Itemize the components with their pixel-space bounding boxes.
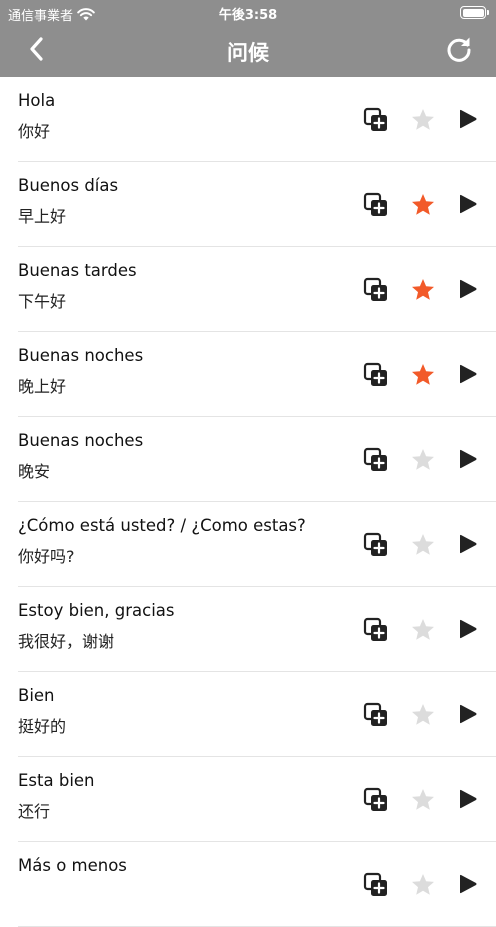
- translation-text: 你好吗?: [18, 547, 75, 566]
- play-icon[interactable]: [456, 702, 480, 726]
- add-to-list-icon[interactable]: [363, 787, 389, 813]
- list-item: Esta bien 还行: [0, 757, 496, 842]
- phrase-text: Estoy bien, gracias: [18, 601, 175, 620]
- header: 通信事業者 午後3:58 问候: [0, 0, 496, 77]
- phrase-text: Buenas noches: [18, 431, 144, 450]
- battery-icon: [460, 6, 489, 19]
- phrase-text: ¿Cómo está usted? / ¿Como estas?: [18, 516, 306, 535]
- status-time: 午後3:58: [218, 8, 278, 23]
- list-item: Hola 你好: [0, 77, 496, 162]
- list-item: Buenos días 早上好: [0, 162, 496, 247]
- favorite-star-icon[interactable]: [410, 107, 436, 133]
- play-icon[interactable]: [456, 192, 480, 216]
- play-icon[interactable]: [456, 617, 480, 641]
- add-to-list-icon[interactable]: [363, 617, 389, 643]
- favorite-star-icon[interactable]: [410, 192, 436, 218]
- favorite-star-icon[interactable]: [410, 787, 436, 813]
- play-icon[interactable]: [456, 787, 480, 811]
- phrase-text: Buenas tardes: [18, 261, 137, 280]
- favorite-star-icon[interactable]: [410, 362, 436, 388]
- translation-text: 我很好，谢谢: [18, 632, 115, 651]
- list-item: Buenas noches 晚上好: [0, 332, 496, 417]
- phrase-text: Bien: [18, 686, 55, 705]
- add-to-list-icon[interactable]: [363, 872, 389, 898]
- add-to-list-icon[interactable]: [363, 447, 389, 473]
- translation-text: 下午好: [18, 292, 67, 311]
- phrase-text: Buenos días: [18, 176, 119, 195]
- add-to-list-icon[interactable]: [363, 277, 389, 303]
- play-icon[interactable]: [456, 277, 480, 301]
- play-icon[interactable]: [456, 362, 480, 386]
- list-item: Buenas noches 晚安: [0, 417, 496, 502]
- list-item: ¿Cómo está usted? / ¿Como estas? 你好吗?: [0, 502, 496, 587]
- add-to-list-icon[interactable]: [363, 532, 389, 558]
- favorite-star-icon[interactable]: [410, 447, 436, 473]
- translation-text: 晚安: [18, 462, 51, 481]
- translation-text: 还行: [18, 802, 51, 821]
- favorite-star-icon[interactable]: [410, 617, 436, 643]
- list-item: Más o menos: [0, 842, 496, 927]
- list-item: Buenas tardes 下午好: [0, 247, 496, 332]
- phrase-text: Buenas noches: [18, 346, 144, 365]
- phrase-text: Hola: [18, 91, 56, 110]
- favorite-star-icon[interactable]: [410, 702, 436, 728]
- status-bar: 通信事業者 午後3:58: [0, 0, 496, 26]
- translation-text: 挺好的: [18, 717, 67, 736]
- add-to-list-icon[interactable]: [363, 107, 389, 133]
- refresh-icon[interactable]: [444, 34, 474, 64]
- favorite-star-icon[interactable]: [410, 277, 436, 303]
- list-item: Estoy bien, gracias 我很好，谢谢: [0, 587, 496, 672]
- add-to-list-icon[interactable]: [363, 362, 389, 388]
- add-to-list-icon[interactable]: [363, 192, 389, 218]
- page-title: 问候: [227, 41, 269, 65]
- play-icon[interactable]: [456, 447, 480, 471]
- list-item: Bien 挺好的: [0, 672, 496, 757]
- play-icon[interactable]: [456, 872, 480, 896]
- translation-text: 你好: [18, 122, 51, 141]
- translation-text: 早上好: [18, 207, 67, 226]
- play-icon[interactable]: [456, 532, 480, 556]
- phrase-text: Más o menos: [18, 856, 127, 875]
- nav-bar: 问候: [0, 26, 496, 77]
- favorite-star-icon[interactable]: [410, 872, 436, 898]
- play-icon[interactable]: [456, 107, 480, 131]
- add-to-list-icon[interactable]: [363, 702, 389, 728]
- phrase-text: Esta bien: [18, 771, 95, 790]
- favorite-star-icon[interactable]: [410, 532, 436, 558]
- translation-text: 晚上好: [18, 377, 67, 396]
- phrase-list: Hola 你好 Buenos días 早上好 Buenas tardes 下午…: [0, 77, 496, 927]
